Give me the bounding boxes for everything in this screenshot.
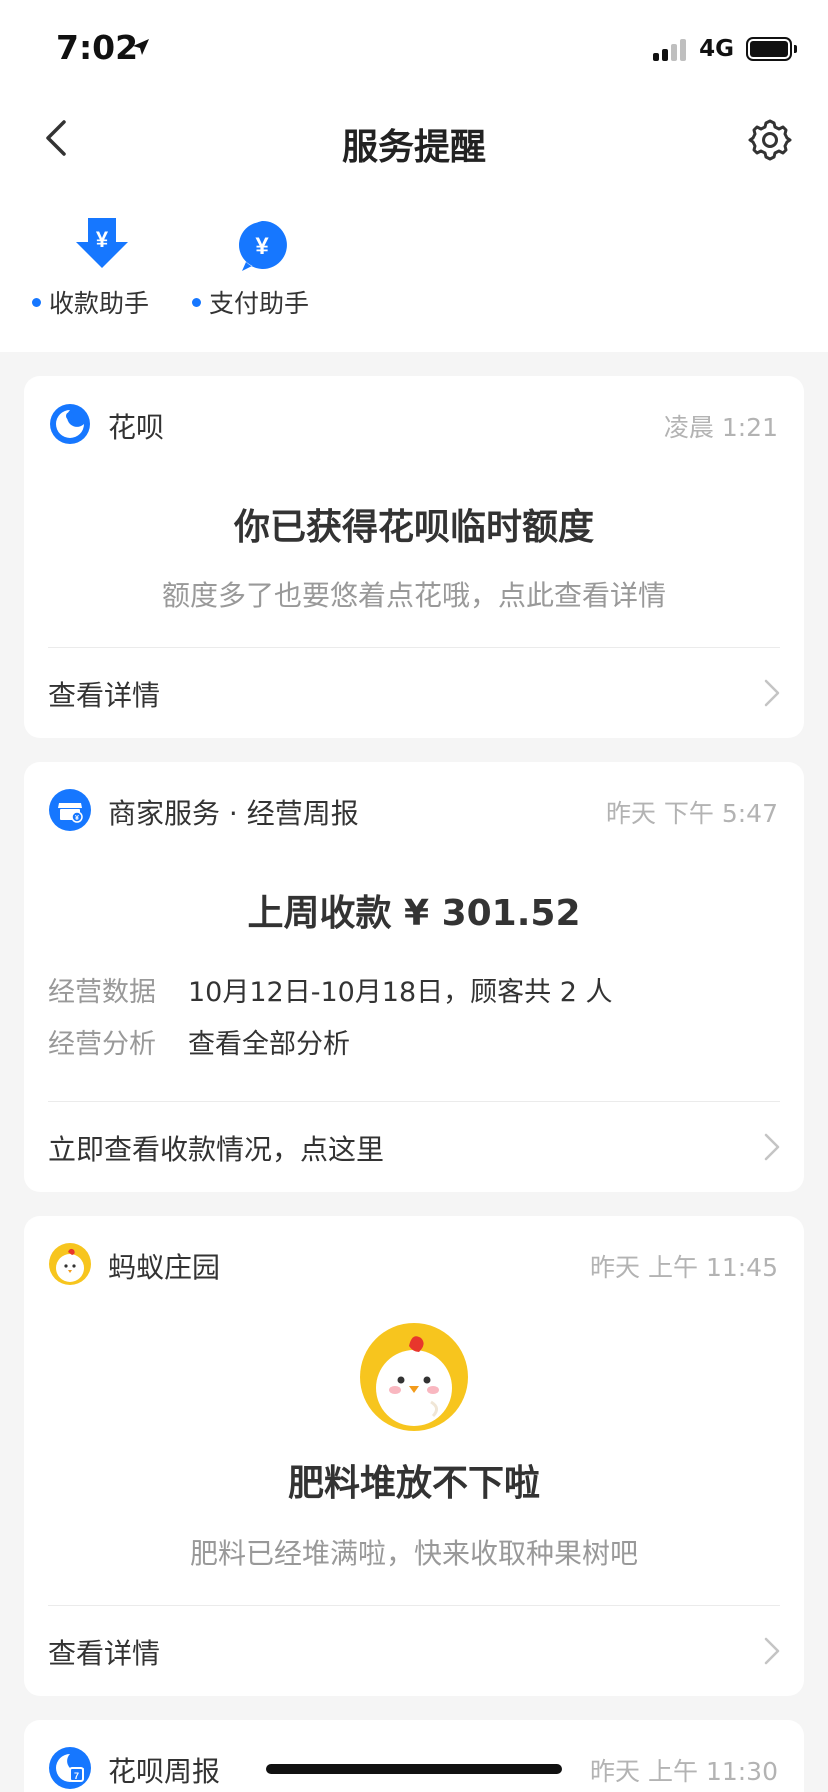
- pay-assistant[interactable]: ¥ 支付助手: [192, 218, 332, 328]
- card-header: ¥ 商家服务 · 经营周报 昨天 下午 5:47: [24, 762, 804, 856]
- card-header: 蚂蚁庄园 昨天 上午 11:45: [24, 1216, 804, 1310]
- status-indicators: 4G: [653, 36, 797, 62]
- row-value: 查看全部分析: [188, 1029, 350, 1060]
- report-data-row: 经营数据 10月12日-10月18日，顾客共 2 人: [48, 970, 613, 1009]
- card-time: 凌晨 1:21: [663, 413, 778, 442]
- calendar-icon: 7: [49, 1747, 91, 1789]
- gear-icon[interactable]: [748, 118, 792, 162]
- download-yuan-icon: ¥: [76, 218, 128, 268]
- card-title: 肥料堆放不下啦: [287, 1463, 540, 1504]
- status-bar: 7:02 4G: [0, 0, 828, 100]
- row-value: 10月12日-10月18日，顾客共 2 人: [188, 977, 613, 1008]
- svg-text:¥: ¥: [96, 227, 109, 252]
- card-title: 上周收款 ¥ 301.52: [247, 893, 581, 934]
- pay-assistant-text: 支付助手: [209, 289, 310, 318]
- pay-assistant-label: 支付助手: [192, 284, 309, 320]
- row-key: 经营数据: [48, 977, 156, 1008]
- assistant-shortcuts: ¥ 收款助手 ¥ 支付助手: [0, 218, 828, 328]
- card-subtitle: 额度多了也要悠着点花哦，点此查看详情: [161, 579, 666, 612]
- notification-card-farm: 蚂蚁庄园 昨天 上午 11:45 肥料堆放不下啦 肥料已经堆满啦，快来收取种果树…: [24, 1216, 804, 1696]
- receive-assistant-text: 收款助手: [49, 289, 150, 318]
- card-source: 花呗: [108, 411, 165, 444]
- notification-card-huabei: 花呗 凌晨 1:21 你已获得花呗临时额度 额度多了也要悠着点花哦，点此查看详情…: [24, 376, 804, 738]
- card-time: 昨天 下午 5:47: [605, 799, 778, 828]
- svg-text:¥: ¥: [255, 233, 269, 260]
- receive-assistant-label: 收款助手: [32, 284, 149, 320]
- footer-text: 立即查看收款情况，点这里: [48, 1133, 385, 1166]
- status-time: 7:02: [56, 28, 139, 67]
- nav-bar: 服务提醒: [0, 100, 828, 180]
- view-receipts-link[interactable]: 立即查看收款情况，点这里: [24, 1102, 804, 1192]
- chevron-right-icon: [764, 1133, 780, 1161]
- location-arrow-icon: [133, 39, 149, 55]
- yuan-chat-bubble-icon: ¥: [239, 220, 287, 271]
- card-source: 商家服务 · 经营周报: [108, 797, 359, 830]
- chevron-right-icon: [764, 679, 780, 707]
- card-source: 花呗周报: [108, 1755, 221, 1788]
- card-subtitle: 肥料已经堆满啦，快来收取种果树吧: [189, 1537, 638, 1570]
- huabei-logo-icon: [50, 404, 90, 444]
- card-header: 花呗 凌晨 1:21: [24, 376, 804, 470]
- home-indicator: [266, 1764, 562, 1774]
- chick-illustration: [360, 1323, 468, 1431]
- row-key: 经营分析: [48, 1029, 156, 1060]
- card-time: 昨天 上午 11:30: [590, 1757, 778, 1786]
- view-details-link[interactable]: 查看详情: [24, 648, 804, 738]
- view-details-link[interactable]: 查看详情: [24, 1606, 804, 1696]
- notification-card-merchant: ¥ 商家服务 · 经营周报 昨天 下午 5:47 上周收款 ¥ 301.52 经…: [24, 762, 804, 1192]
- network-type: 4G: [699, 36, 734, 62]
- notification-card-huabei-weekly: 7 花呗周报 昨天 上午 11:30: [24, 1720, 804, 1792]
- store-icon: ¥: [49, 789, 91, 831]
- footer-text: 查看详情: [48, 679, 161, 712]
- svg-text:¥: ¥: [75, 815, 79, 822]
- receive-assistant[interactable]: ¥ 收款助手: [32, 218, 172, 328]
- report-analysis-row[interactable]: 经营分析 查看全部分析: [48, 1022, 350, 1061]
- card-time: 昨天 上午 11:45: [590, 1253, 778, 1282]
- unread-dot: [32, 297, 41, 307]
- chevron-right-icon: [764, 1637, 780, 1665]
- page-title: 服务提醒: [341, 127, 486, 168]
- top-area: 7:02 4G 服务提醒 ¥ 收款助手 ¥ 支付助手: [0, 0, 828, 352]
- card-header: 7 花呗周报 昨天 上午 11:30: [24, 1720, 804, 1792]
- svg-text:7: 7: [74, 1771, 79, 1781]
- chick-icon: [49, 1243, 91, 1285]
- card-title: 你已获得花呗临时额度: [233, 507, 594, 548]
- battery-icon: [746, 37, 797, 61]
- unread-dot: [192, 297, 201, 307]
- card-source: 蚂蚁庄园: [108, 1251, 221, 1284]
- footer-text: 查看详情: [48, 1637, 161, 1670]
- cellular-signal-icon: [653, 37, 689, 61]
